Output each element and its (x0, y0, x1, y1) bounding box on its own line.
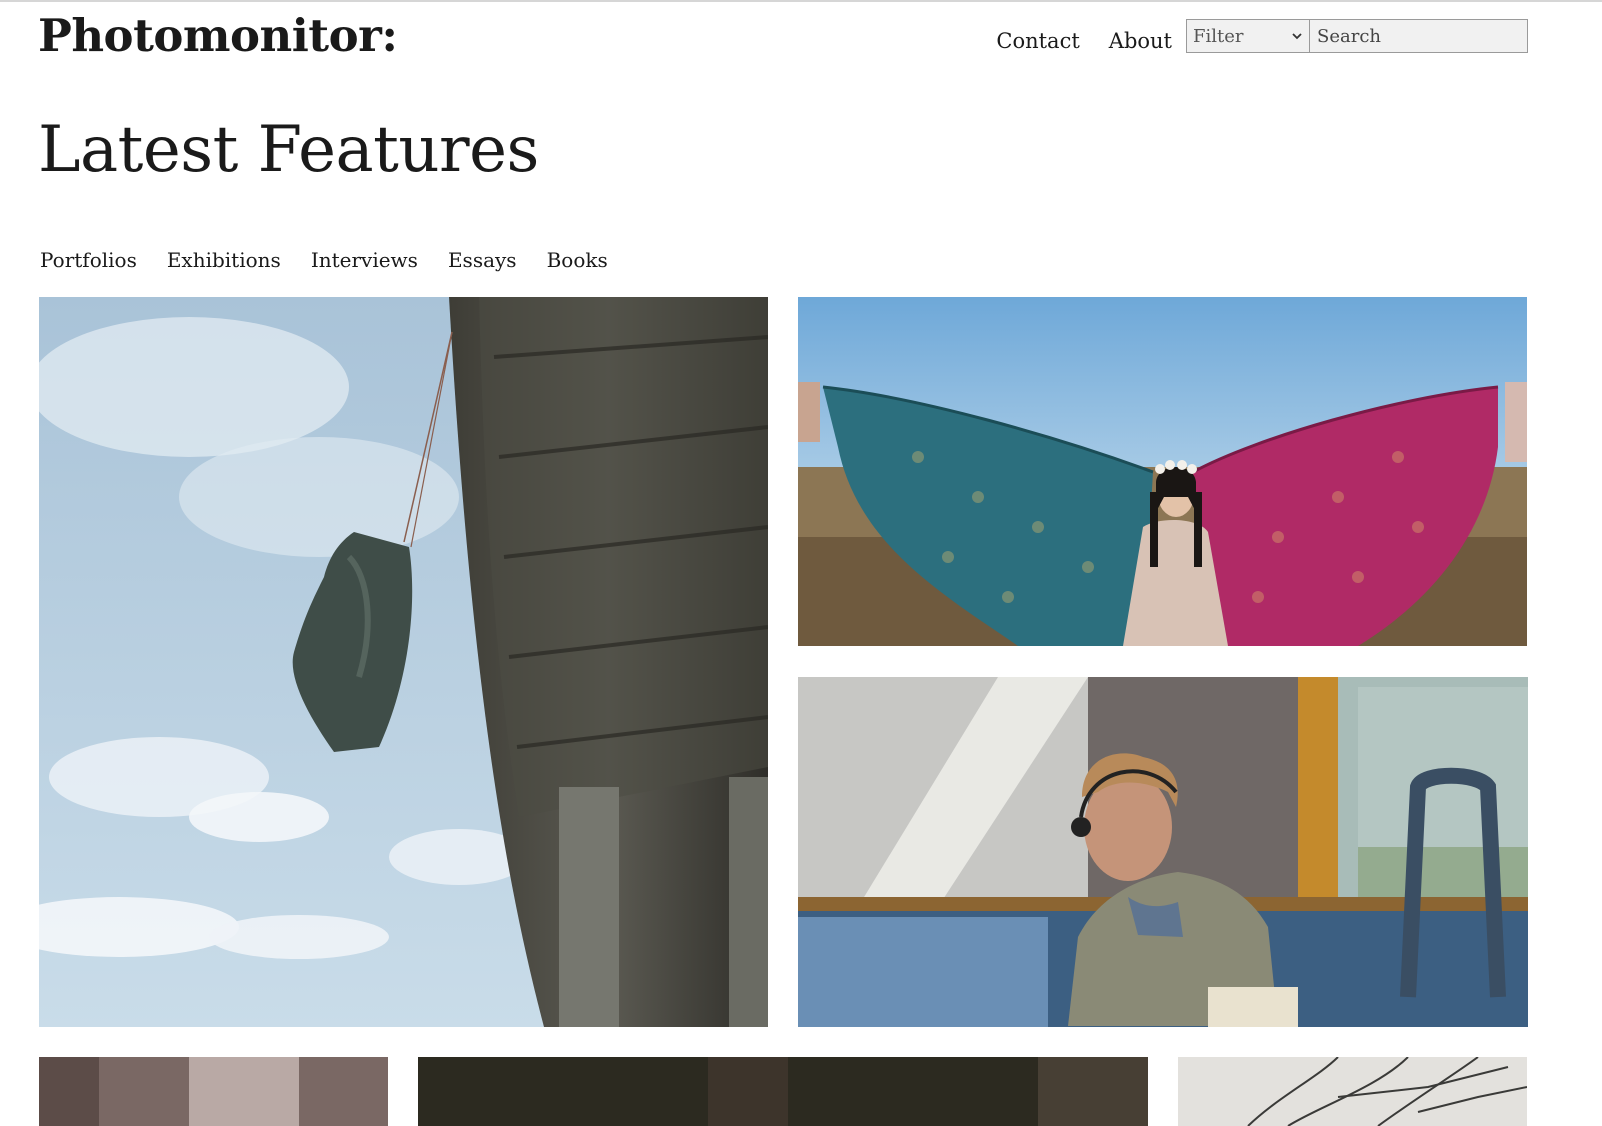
category-books[interactable]: Books (547, 248, 608, 272)
site-logo[interactable]: Photomonitor: (38, 8, 398, 64)
page-title: Latest Features (38, 113, 539, 187)
feature-photo-train[interactable] (798, 677, 1528, 1027)
category-portfolios[interactable]: Portfolios (40, 248, 137, 272)
top-nav: Contact About Filter (996, 19, 1528, 53)
category-exhibitions[interactable]: Exhibitions (167, 248, 281, 272)
nav-about-link[interactable]: About (1109, 14, 1172, 58)
feature-photo-fabric[interactable] (798, 297, 1527, 646)
filter-selected-value: Filter (1193, 25, 1244, 47)
nav-contact-link[interactable]: Contact (996, 14, 1079, 58)
filter-select[interactable]: Filter (1186, 19, 1310, 53)
search-input[interactable] (1310, 19, 1528, 53)
chevron-down-icon (1292, 33, 1302, 40)
top-border (0, 0, 1602, 2)
feature-photo-partial-1[interactable] (39, 1057, 388, 1126)
category-interviews[interactable]: Interviews (311, 248, 418, 272)
feature-photo-overpass[interactable] (39, 297, 768, 1027)
category-essays[interactable]: Essays (448, 248, 517, 272)
feature-photo-partial-3[interactable] (1178, 1057, 1527, 1126)
category-nav: Portfolios Exhibitions Interviews Essays… (40, 248, 638, 272)
feature-photo-partial-2[interactable] (418, 1057, 1148, 1126)
